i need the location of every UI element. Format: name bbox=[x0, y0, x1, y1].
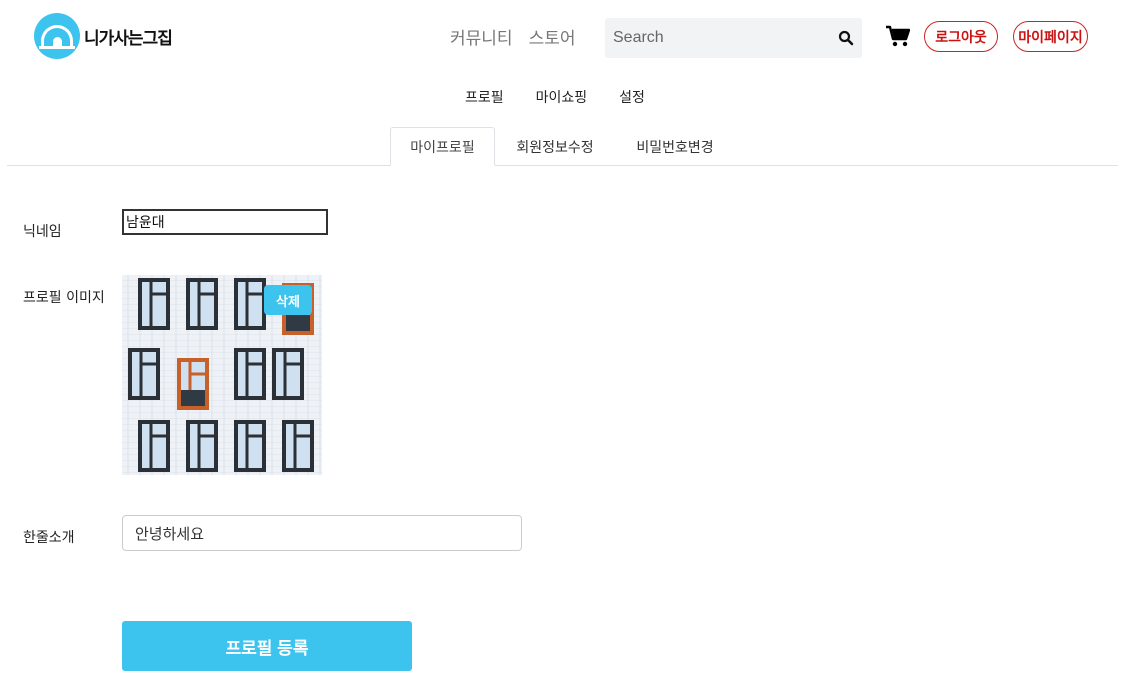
sub-nav: 프로필 마이쇼핑 설정 bbox=[465, 87, 645, 107]
logout-button[interactable]: 로그아웃 bbox=[924, 21, 998, 52]
delete-image-button[interactable]: 삭제 bbox=[264, 285, 312, 315]
tab-change-password[interactable]: 비밀번호변경 bbox=[620, 127, 730, 166]
nickname-label: 닉네임 bbox=[23, 224, 62, 240]
site-logo[interactable]: 니가사는그집 bbox=[34, 13, 173, 59]
window-shape bbox=[234, 420, 266, 472]
cart-icon[interactable] bbox=[886, 25, 910, 47]
tabs-divider bbox=[7, 165, 1118, 166]
window-shape bbox=[186, 278, 218, 330]
window-shape bbox=[234, 278, 266, 330]
window-shape bbox=[186, 420, 218, 472]
logo-text: 니가사는그집 bbox=[84, 28, 173, 49]
nickname-input[interactable] bbox=[122, 209, 328, 235]
search-bar bbox=[605, 18, 862, 58]
sub-nav-profile[interactable]: 프로필 bbox=[465, 87, 504, 107]
igloo-logo-icon bbox=[34, 13, 80, 59]
window-shape bbox=[177, 358, 209, 410]
window-shape bbox=[138, 278, 170, 330]
tab-my-profile[interactable]: 마이프로필 bbox=[390, 127, 495, 166]
mypage-button[interactable]: 마이페이지 bbox=[1013, 21, 1088, 52]
window-shape bbox=[138, 420, 170, 472]
window-shape bbox=[272, 348, 304, 400]
sub-nav-myshopping[interactable]: 마이쇼핑 bbox=[536, 87, 588, 107]
search-input[interactable] bbox=[605, 18, 825, 58]
nav-community[interactable]: 커뮤니티 bbox=[450, 24, 513, 49]
window-shape bbox=[128, 348, 160, 400]
tab-edit-member-info[interactable]: 회원정보수정 bbox=[500, 127, 610, 166]
window-shape bbox=[282, 420, 314, 472]
intro-label: 한줄소개 bbox=[23, 530, 75, 546]
search-icon[interactable] bbox=[838, 30, 854, 46]
top-nav: 커뮤니티 스토어 bbox=[450, 24, 575, 49]
sub-nav-settings[interactable]: 설정 bbox=[619, 87, 645, 107]
window-shape bbox=[234, 348, 266, 400]
intro-input[interactable] bbox=[122, 515, 522, 551]
register-profile-button[interactable]: 프로필 등록 bbox=[122, 621, 412, 671]
nav-store[interactable]: 스토어 bbox=[529, 24, 576, 49]
profile-image-label: 프로필 이미지 bbox=[23, 290, 105, 306]
